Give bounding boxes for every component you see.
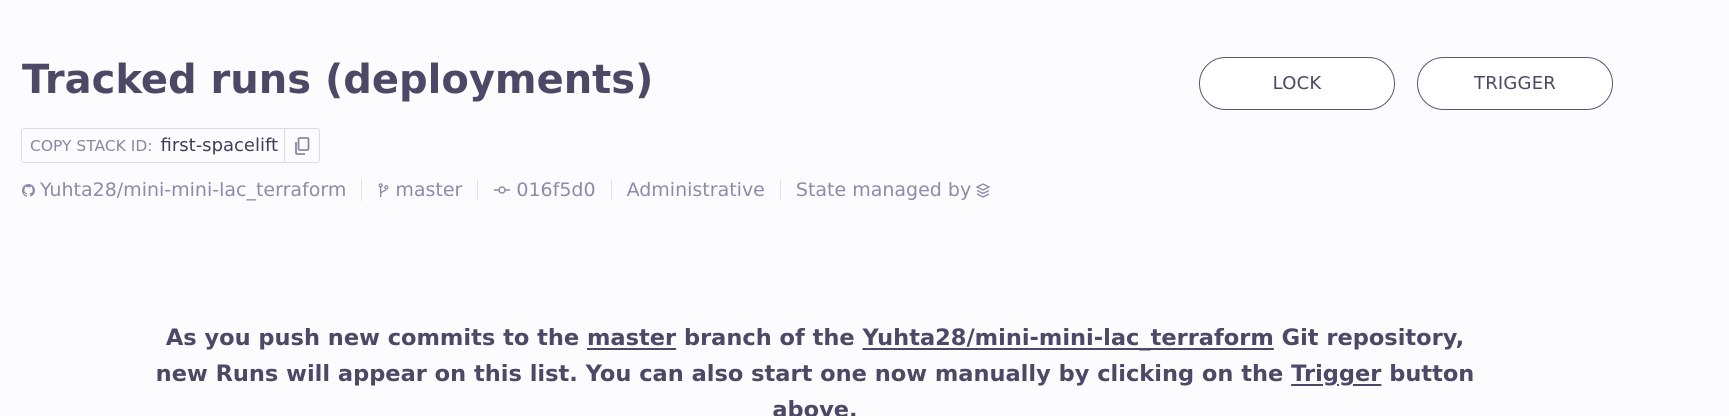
divider — [477, 179, 479, 201]
empty-branch-link[interactable]: master — [587, 325, 676, 351]
git-commit-icon — [494, 186, 511, 194]
stack-meta: Yuhta28/mini-mini-lac_terraform master 0… — [22, 176, 991, 204]
empty-text-2: branch of the — [676, 325, 863, 351]
empty-state-message: As you push new commits to the master br… — [150, 320, 1480, 416]
trigger-button[interactable]: TRIGGER — [1417, 57, 1613, 110]
divider — [610, 179, 612, 201]
header-actions: LOCK TRIGGER — [1199, 57, 1613, 110]
branch-link[interactable]: master — [377, 179, 462, 201]
state-managed-label: State managed by — [795, 179, 972, 201]
copy-stack-id: COPY STACK ID: first-spacelift — [21, 128, 321, 163]
repository-name: Yuhta28/mini-mini-lac_terraform — [40, 179, 347, 201]
divider — [779, 179, 781, 201]
divider — [361, 179, 363, 201]
page: Tracked runs (deployments) LOCK TRIGGER … — [0, 0, 1729, 416]
empty-trigger-link[interactable]: Trigger — [1291, 361, 1381, 387]
commit-sha: 016f5d0 — [516, 179, 596, 201]
repository-link[interactable]: Yuhta28/mini-mini-lac_terraform — [22, 179, 346, 201]
state-managed-by: State managed by — [795, 179, 991, 201]
copy-stack-id-button[interactable] — [284, 129, 319, 162]
copy-stack-id-label: COPY STACK ID: — [30, 136, 153, 155]
github-icon — [22, 183, 35, 197]
git-branch-icon — [378, 182, 389, 197]
administrative-badge: Administrative — [627, 179, 765, 201]
page-title: Tracked runs (deployments) — [22, 57, 654, 103]
empty-repo-link[interactable]: Yuhta28/mini-mini-lac_terraform — [863, 325, 1274, 351]
lock-button[interactable]: LOCK — [1199, 57, 1395, 110]
empty-text-1: As you push new commits to the — [165, 325, 587, 351]
commit-link[interactable]: 016f5d0 — [493, 179, 596, 201]
stack-id-value: first-spacelift — [160, 135, 279, 156]
administrative-label: Administrative — [626, 179, 765, 201]
branch-name: master — [395, 179, 463, 201]
copy-icon — [295, 136, 310, 155]
spacelift-logo-icon — [976, 182, 991, 198]
